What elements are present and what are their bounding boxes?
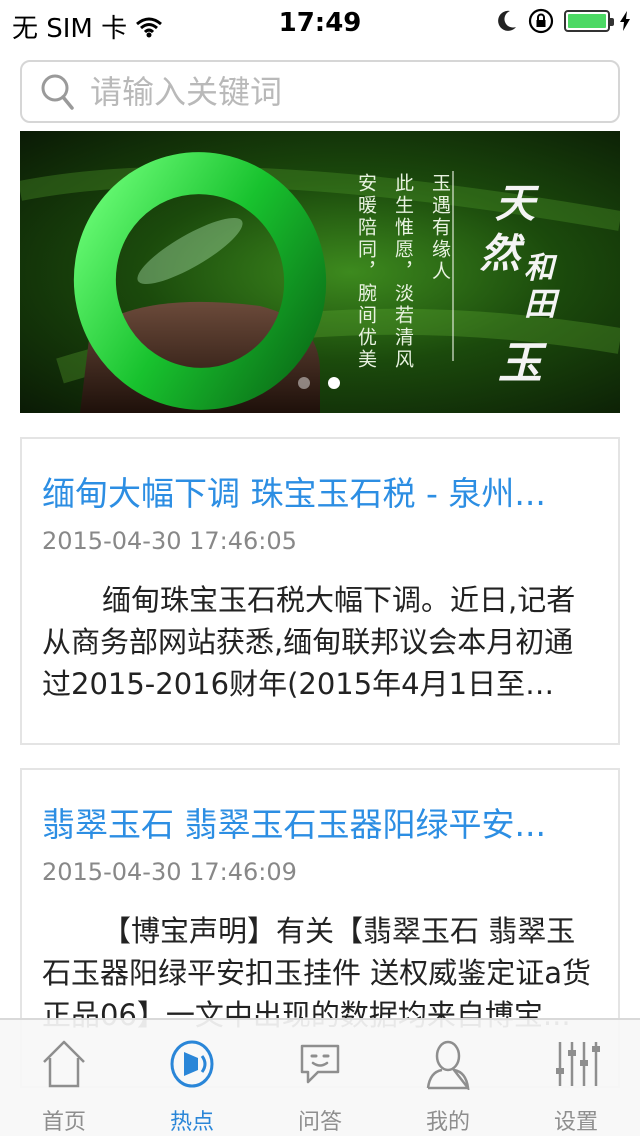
article-date: 2015-04-30 17:46:05 — [42, 527, 297, 555]
banner-calligraphy-2: 然 — [480, 230, 520, 277]
banner-carousel[interactable]: 天 然 和 田 玉 玉遇有缘人 此生惟愿，淡若清风 安暖陪同，腕间优美 — [20, 131, 620, 413]
banner-calligraphy-5: 玉 — [498, 338, 542, 389]
sliders-icon — [556, 1042, 600, 1086]
carousel-dot-1[interactable] — [298, 377, 310, 389]
moon-icon — [498, 10, 516, 31]
banner-line-2: 此生惟愿，淡若清风 — [392, 173, 414, 371]
article-date: 2015-04-30 17:46:09 — [42, 858, 297, 886]
battery-icon — [564, 10, 614, 32]
tab-mine[interactable]: 我的 — [384, 1020, 512, 1136]
tab-home[interactable]: 首页 — [0, 1020, 128, 1136]
home-icon — [43, 1040, 85, 1088]
tab-settings-label: 设置 — [553, 1110, 598, 1135]
carousel-indicator[interactable] — [298, 377, 340, 389]
search-bar[interactable] — [20, 60, 620, 123]
article-summary: 缅甸珠宝玉石税大幅下调。近日,记者从商务部网站获悉,缅甸联邦议会本月初通过201… — [42, 583, 576, 701]
user-icon — [426, 1040, 470, 1090]
banner-line-3: 安暖陪同，腕间优美 — [355, 173, 377, 371]
hot-speaker-icon — [170, 1040, 214, 1088]
banner-calligraphy-4: 田 — [524, 285, 557, 323]
banner-line-1: 玉遇有缘人 — [429, 173, 451, 283]
tab-qa-label: 问答 — [297, 1110, 342, 1135]
status-bar: 无 SIM 卡 17:49 — [0, 0, 640, 48]
article-title[interactable]: 翡翠玉石 翡翠玉石玉器阳绿平安... — [42, 798, 598, 846]
tab-bar: 首页 热点 问答 我的 设置 — [0, 1018, 640, 1136]
tab-home-label: 首页 — [41, 1110, 86, 1135]
chat-bubble-icon — [300, 1044, 340, 1084]
battery-level — [568, 14, 606, 28]
tab-hot[interactable]: 热点 — [128, 1020, 256, 1136]
search-icon — [41, 74, 74, 110]
tab-mine-label: 我的 — [425, 1110, 470, 1135]
tab-settings[interactable]: 设置 — [512, 1020, 640, 1136]
article-card[interactable]: 缅甸大幅下调 珠宝玉石税 - 泉州... 2015-04-30 17:46:05… — [20, 437, 620, 745]
tab-qa[interactable]: 问答 — [256, 1020, 384, 1136]
carousel-dot-2[interactable] — [328, 377, 340, 389]
search-input[interactable] — [90, 72, 590, 111]
status-right — [496, 8, 630, 34]
charging-bolt-icon — [620, 11, 630, 31]
article-title[interactable]: 缅甸大幅下调 珠宝玉石税 - 泉州... — [42, 467, 598, 515]
app-screen: 无 SIM 卡 17:49 请输入关键词 天 然 和 田 玉 玉遇有缘人 此生惟… — [0, 0, 640, 1136]
rotation-lock-icon — [528, 8, 554, 34]
tab-hot-label: 热点 — [169, 1110, 214, 1135]
